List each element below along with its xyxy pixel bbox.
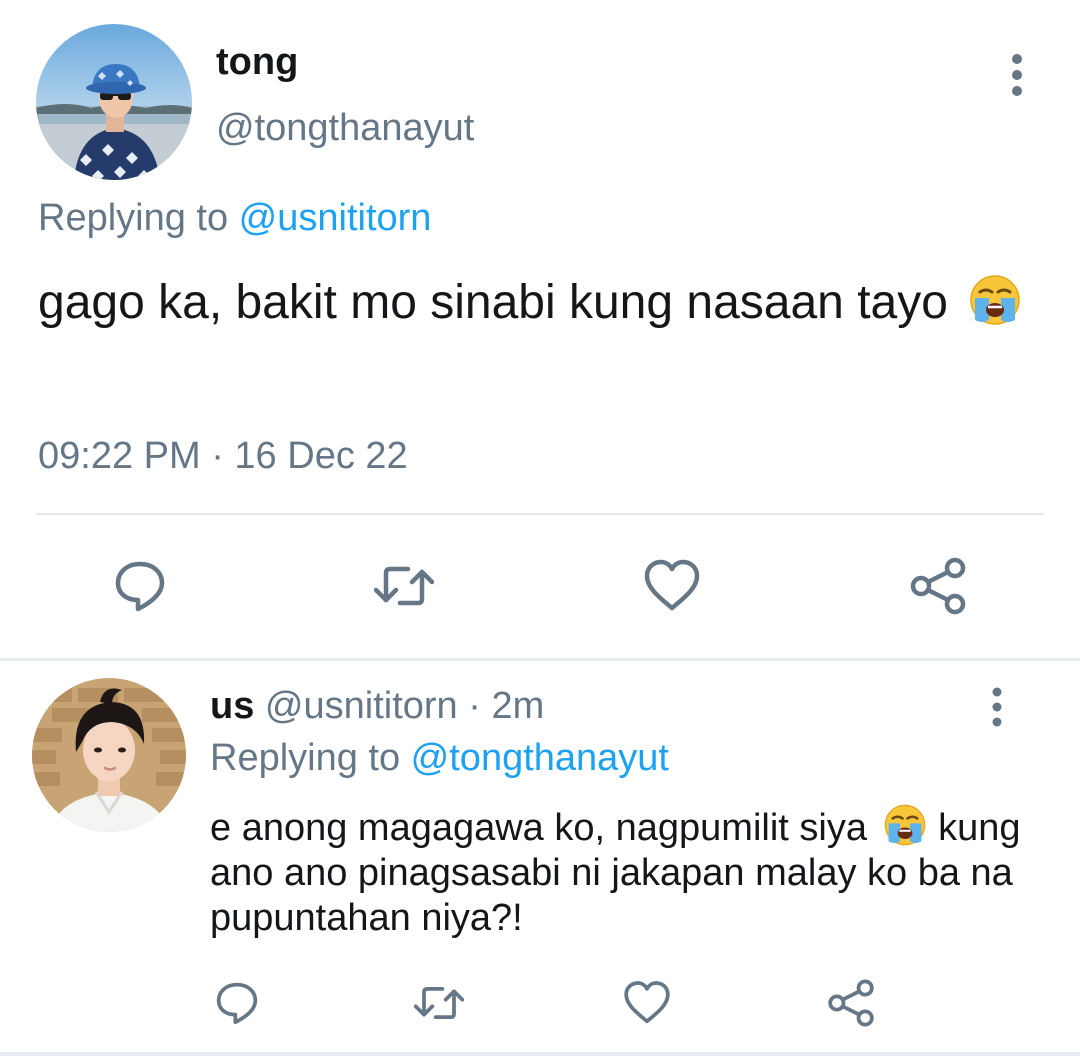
share-icon[interactable] [908,556,968,616]
tweet-text: gago ka, bakit mo sinabi kung nasaan tay… [38,272,1038,331]
main-tweet: tong @tongthanayut Replying to @usnitito… [0,0,1080,658]
section-divider [0,658,1080,661]
mention-link[interactable]: @usnititorn [239,197,432,239]
tweet-timestamp[interactable]: 09:22 PM · 16 Dec 22 [38,434,408,478]
header-separator: · [457,685,492,727]
reply-header: us @usnititorn · 2m [210,684,544,728]
reply-icon[interactable] [212,978,262,1028]
reply-user-handle[interactable]: @usnititorn [265,685,458,727]
replying-to-label: Replying to [38,197,239,239]
more-options-icon[interactable] [982,686,1012,728]
display-name[interactable]: tong [216,40,298,84]
more-options-icon[interactable] [1000,52,1034,98]
mention-link[interactable]: @tongthanayut [411,737,669,779]
reply-display-name[interactable]: us [210,685,254,727]
tweet-body: gago ka, bakit mo sinabi kung nasaan tay… [38,276,948,329]
replying-to: Replying to @usnititorn [38,196,431,240]
replying-to-label: Replying to [210,737,411,779]
avatar[interactable] [36,24,192,180]
share-icon[interactable] [826,978,876,1028]
loudly-crying-face-icon [882,802,928,848]
reply-replying-to: Replying to @tongthanayut [210,736,669,780]
reply-avatar[interactable] [32,678,186,832]
retweet-icon[interactable] [413,978,465,1028]
loudly-crying-face-icon [967,272,1023,328]
reply-icon[interactable] [110,556,170,616]
user-handle[interactable]: @tongthanayut [216,106,474,150]
like-icon[interactable] [642,556,702,616]
reply-text: e anong magagawa ko, nagpumilit siya kun… [210,802,1030,941]
retweet-icon[interactable] [373,556,435,616]
reply-body-line1: e anong magagawa ko, nagpumilit siya [210,807,867,849]
divider [36,513,1044,515]
like-icon[interactable] [622,978,672,1028]
bottom-divider [0,1052,1080,1056]
reply-time[interactable]: 2m [491,685,544,727]
